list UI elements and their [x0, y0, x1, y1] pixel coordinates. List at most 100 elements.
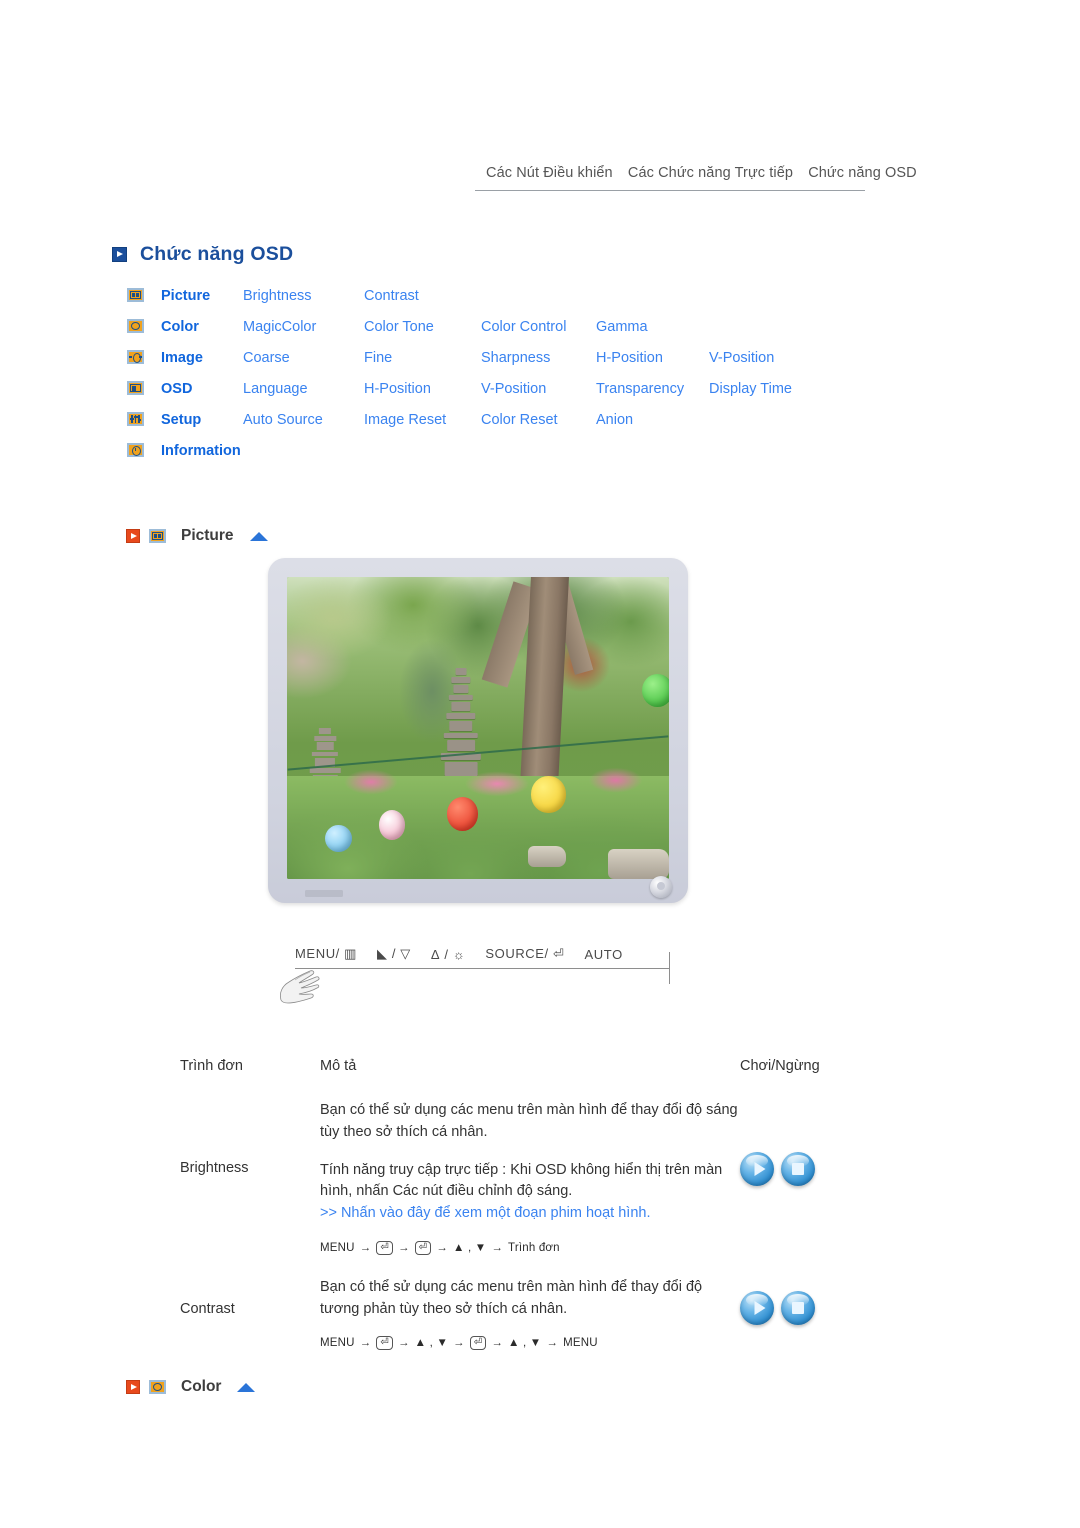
- control-adjust-button[interactable]: Δ / ☼: [431, 947, 465, 962]
- section-label-picture: Picture: [181, 527, 234, 544]
- enter-key-icon: ⏎: [469, 1336, 487, 1351]
- brightness-sun-icon: ☼: [452, 946, 466, 962]
- scene-flowers: [287, 764, 669, 801]
- menu-link-image-reset[interactable]: Image Reset: [364, 412, 481, 443]
- updown-arrows-icon: ▲ , ▼: [452, 1241, 487, 1254]
- triangle-up-icon[interactable]: [237, 1382, 256, 1392]
- color-icon: [127, 319, 144, 333]
- scene-lantern-yellow: [531, 776, 566, 813]
- section-header-picture: Picture: [126, 527, 268, 545]
- matrix-category-osd[interactable]: OSD: [161, 381, 243, 412]
- control-source-button[interactable]: SOURCE/ ⏎: [485, 946, 564, 962]
- monitor-screen: [287, 577, 669, 879]
- red-play-icon: [126, 529, 140, 543]
- matrix-category-color[interactable]: Color: [161, 319, 243, 350]
- matrix-category-picture[interactable]: Picture: [161, 288, 243, 319]
- menu-link-magiccolor[interactable]: MagicColor: [243, 319, 364, 350]
- matrix-category-setup[interactable]: Setup: [161, 412, 243, 443]
- menu-link-fine[interactable]: Fine: [364, 350, 481, 381]
- monitor-logo-plate: [305, 890, 343, 897]
- contrast-half-icon: ◣: [377, 946, 388, 961]
- seq-arrow: →: [397, 1241, 410, 1254]
- play-button[interactable]: [740, 1290, 774, 1325]
- top-nav-divider: [475, 190, 865, 191]
- menu-link-color-reset[interactable]: Color Reset: [481, 412, 596, 443]
- seq-arrow: →: [359, 1337, 372, 1350]
- menu-link-sharpness[interactable]: Sharpness: [481, 350, 596, 381]
- enter-key-icon: ⏎: [376, 1336, 393, 1351]
- matrix-category-information[interactable]: Information: [161, 443, 243, 474]
- setup-icon: [127, 412, 144, 426]
- osd-description-table: Trình đơn Mô tả Chơi/Ngừng Brightness Bạ…: [180, 1058, 900, 1372]
- matrix-icon-cell: [127, 288, 161, 319]
- page-title: Chức năng OSD: [112, 243, 293, 266]
- table-row: Color MagicColor Color Tone Color Contro…: [127, 319, 792, 350]
- stop-button[interactable]: [781, 1152, 815, 1186]
- play-stop-group: [740, 1100, 900, 1186]
- section-header-color: Color: [126, 1378, 256, 1396]
- matrix-icon-cell: [127, 319, 161, 350]
- menu-link-color-tone[interactable]: Color Tone: [364, 319, 481, 350]
- table-row: Brightness Bạn có thể sử dụng các menu t…: [180, 1100, 900, 1277]
- nav-item-osd-functions[interactable]: Chức năng OSD: [808, 165, 917, 181]
- matrix-category-image[interactable]: Image: [161, 350, 243, 381]
- monitor-power-button[interactable]: [650, 876, 672, 898]
- scene-rock: [527, 845, 566, 867]
- menu-link-gamma[interactable]: Gamma: [596, 319, 709, 350]
- scene-lantern-green: [642, 673, 669, 707]
- seq-arrow: →: [359, 1241, 372, 1254]
- page-title-text: Chức năng OSD: [140, 243, 294, 265]
- row-name-contrast: Contrast: [180, 1300, 235, 1317]
- menu-link-h-position[interactable]: H-Position: [596, 350, 709, 381]
- control-brightness-button[interactable]: ◣ / ▽: [377, 946, 411, 962]
- triangle-up-icon[interactable]: [249, 531, 268, 541]
- row-paragraph: Tính năng truy cập trực tiếp : Khi OSD k…: [320, 1160, 740, 1225]
- menu-link-anion[interactable]: Anion: [596, 412, 709, 443]
- table-row: OSD Language H-Position V-Position Trans…: [127, 381, 792, 412]
- menu-link-v-position[interactable]: V-Position: [481, 381, 596, 412]
- enter-key-icon: ⏎: [376, 1240, 393, 1255]
- image-icon: [127, 350, 144, 364]
- picture-icon: [127, 288, 144, 302]
- triangle-up-outline-icon: Δ: [430, 946, 441, 962]
- seq-arrow: →: [397, 1337, 410, 1350]
- row-paragraph-text: Tính năng truy cập trực tiếp : Khi OSD k…: [320, 1161, 723, 1200]
- menu-link-h-position[interactable]: H-Position: [364, 381, 481, 412]
- seq-arrow: →: [436, 1241, 448, 1254]
- row-name-brightness: Brightness: [180, 1160, 249, 1176]
- menu-link-auto-source[interactable]: Auto Source: [243, 412, 364, 443]
- seq-arrow: →: [491, 1241, 504, 1254]
- control-strip-divider: [295, 952, 670, 984]
- control-labels-row: MENU/ ▥ ◣ / ▽ Δ / ☼ SOURCE/ ⏎ AUTO: [295, 946, 680, 968]
- matrix-icon-cell: [127, 381, 161, 412]
- matrix-icon-cell: [127, 412, 161, 443]
- top-nav-links: Các Nút Điều khiển Các Chức năng Trực ti…: [475, 165, 917, 190]
- animation-link[interactable]: >> Nhấn vào đây để xem một đoạn phim hoạ…: [320, 1205, 651, 1221]
- menu-link-v-position[interactable]: V-Position: [709, 350, 792, 381]
- stop-button[interactable]: [781, 1290, 815, 1325]
- updown-arrows-icon: ▲ , ▼: [414, 1337, 449, 1350]
- menu-link-display-time[interactable]: Display Time: [709, 381, 792, 412]
- menu-link-language[interactable]: Language: [243, 381, 364, 412]
- red-play-icon: [126, 1380, 140, 1394]
- scene-pagoda: [440, 667, 482, 777]
- menu-link-empty: [481, 288, 596, 319]
- menu-link-coarse[interactable]: Coarse: [243, 350, 364, 381]
- nav-item-direct-functions[interactable]: Các Chức năng Trực tiếp: [628, 165, 793, 181]
- nav-item-control-buttons[interactable]: Các Nút Điều khiển: [486, 165, 613, 181]
- scene-rock: [607, 848, 669, 879]
- top-navigation: Các Nút Điều khiển Các Chức năng Trực ti…: [475, 165, 917, 191]
- osd-menu-matrix: Picture Brightness Contrast Color MagicC…: [127, 288, 792, 474]
- menu-bars-icon: ▥: [344, 946, 357, 961]
- play-button[interactable]: [740, 1152, 774, 1186]
- key-sequence: MENU → ⏎ → ⏎ → ▲ , ▼ → Trình đơn: [320, 1240, 740, 1255]
- enter-key-icon: ⏎: [553, 946, 565, 961]
- menu-link-transparency[interactable]: Transparency: [596, 381, 709, 412]
- seq-token: MENU: [563, 1337, 598, 1350]
- matrix-icon-cell: [127, 443, 161, 474]
- menu-link-contrast[interactable]: Contrast: [364, 288, 481, 319]
- menu-link-color-control[interactable]: Color Control: [481, 319, 596, 350]
- control-auto-button[interactable]: AUTO: [585, 947, 623, 962]
- table-header-row: Trình đơn Mô tả Chơi/Ngừng: [180, 1058, 900, 1100]
- menu-link-brightness[interactable]: Brightness: [243, 288, 364, 319]
